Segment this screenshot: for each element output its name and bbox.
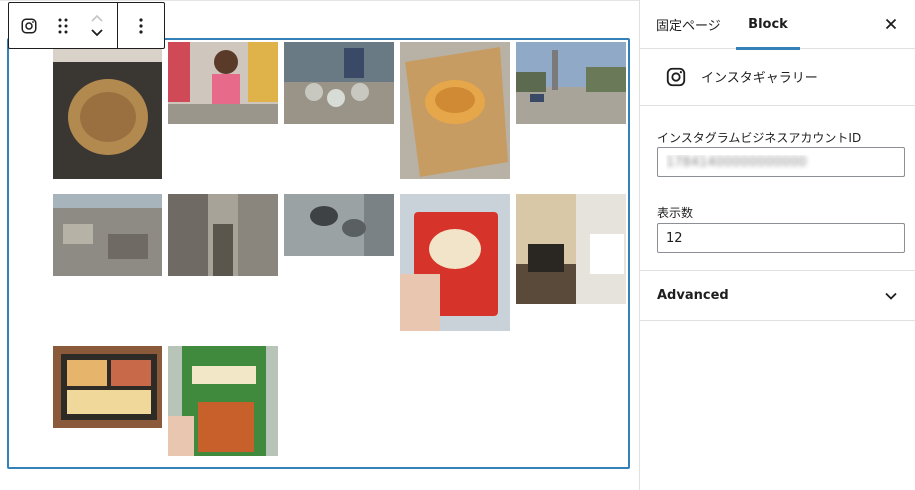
block-movers: [77, 3, 117, 48]
instagram-icon: [21, 18, 37, 33]
move-up-button[interactable]: [90, 12, 104, 26]
sidebar-tabs: 固定ページ Block: [640, 0, 915, 50]
gallery-image-5[interactable]: [516, 42, 626, 124]
chevron-down-icon: [91, 29, 103, 37]
gallery-image-2[interactable]: [168, 42, 278, 124]
display-count-label: 表示数: [657, 206, 694, 220]
gallery-image-12[interactable]: [168, 346, 278, 456]
close-icon: [885, 18, 897, 30]
move-down-button[interactable]: [90, 26, 104, 40]
display-count-input[interactable]: [657, 223, 905, 253]
tab-block[interactable]: Block: [736, 0, 800, 50]
block-toolbar: [8, 2, 165, 49]
account-id-label: インスタグラムビジネスアカウントID: [657, 131, 862, 145]
tab-page[interactable]: 固定ページ: [656, 0, 721, 49]
gallery-image-10[interactable]: [516, 194, 626, 304]
gallery-image-11[interactable]: [53, 346, 162, 428]
chevron-up-icon: [91, 14, 103, 22]
gallery-image-3[interactable]: [284, 42, 394, 124]
gallery-image-9[interactable]: [400, 194, 510, 331]
editor-canvas: [0, 0, 639, 490]
instagram-icon: [666, 67, 686, 87]
gallery-image-4[interactable]: [400, 42, 510, 179]
gallery-image-8[interactable]: [284, 194, 394, 256]
gallery-image-6[interactable]: [53, 194, 162, 276]
advanced-panel-toggle[interactable]: Advanced: [640, 271, 915, 321]
advanced-panel-title: Advanced: [657, 288, 729, 303]
block-card-title: インスタギャラリー: [701, 71, 818, 86]
gallery-image-1[interactable]: [53, 42, 162, 179]
drag-handle-icon: [58, 18, 68, 33]
gallery-image-7[interactable]: [168, 194, 278, 276]
close-sidebar-button[interactable]: [881, 14, 901, 34]
block-type-button[interactable]: [9, 3, 49, 48]
account-id-input[interactable]: [657, 147, 905, 177]
top-divider: [0, 0, 639, 1]
settings-panel: インスタグラムビジネスアカウントID 表示数: [640, 106, 915, 271]
more-vertical-icon: [139, 17, 143, 34]
more-options-button[interactable]: [118, 3, 164, 48]
drag-handle[interactable]: [49, 3, 77, 48]
block-card: インスタギャラリー: [640, 49, 915, 106]
chevron-down-icon: [885, 292, 897, 300]
settings-sidebar: 固定ページ Block インスタギャラリー インスタグラムビジネスアカウントID…: [639, 0, 915, 490]
